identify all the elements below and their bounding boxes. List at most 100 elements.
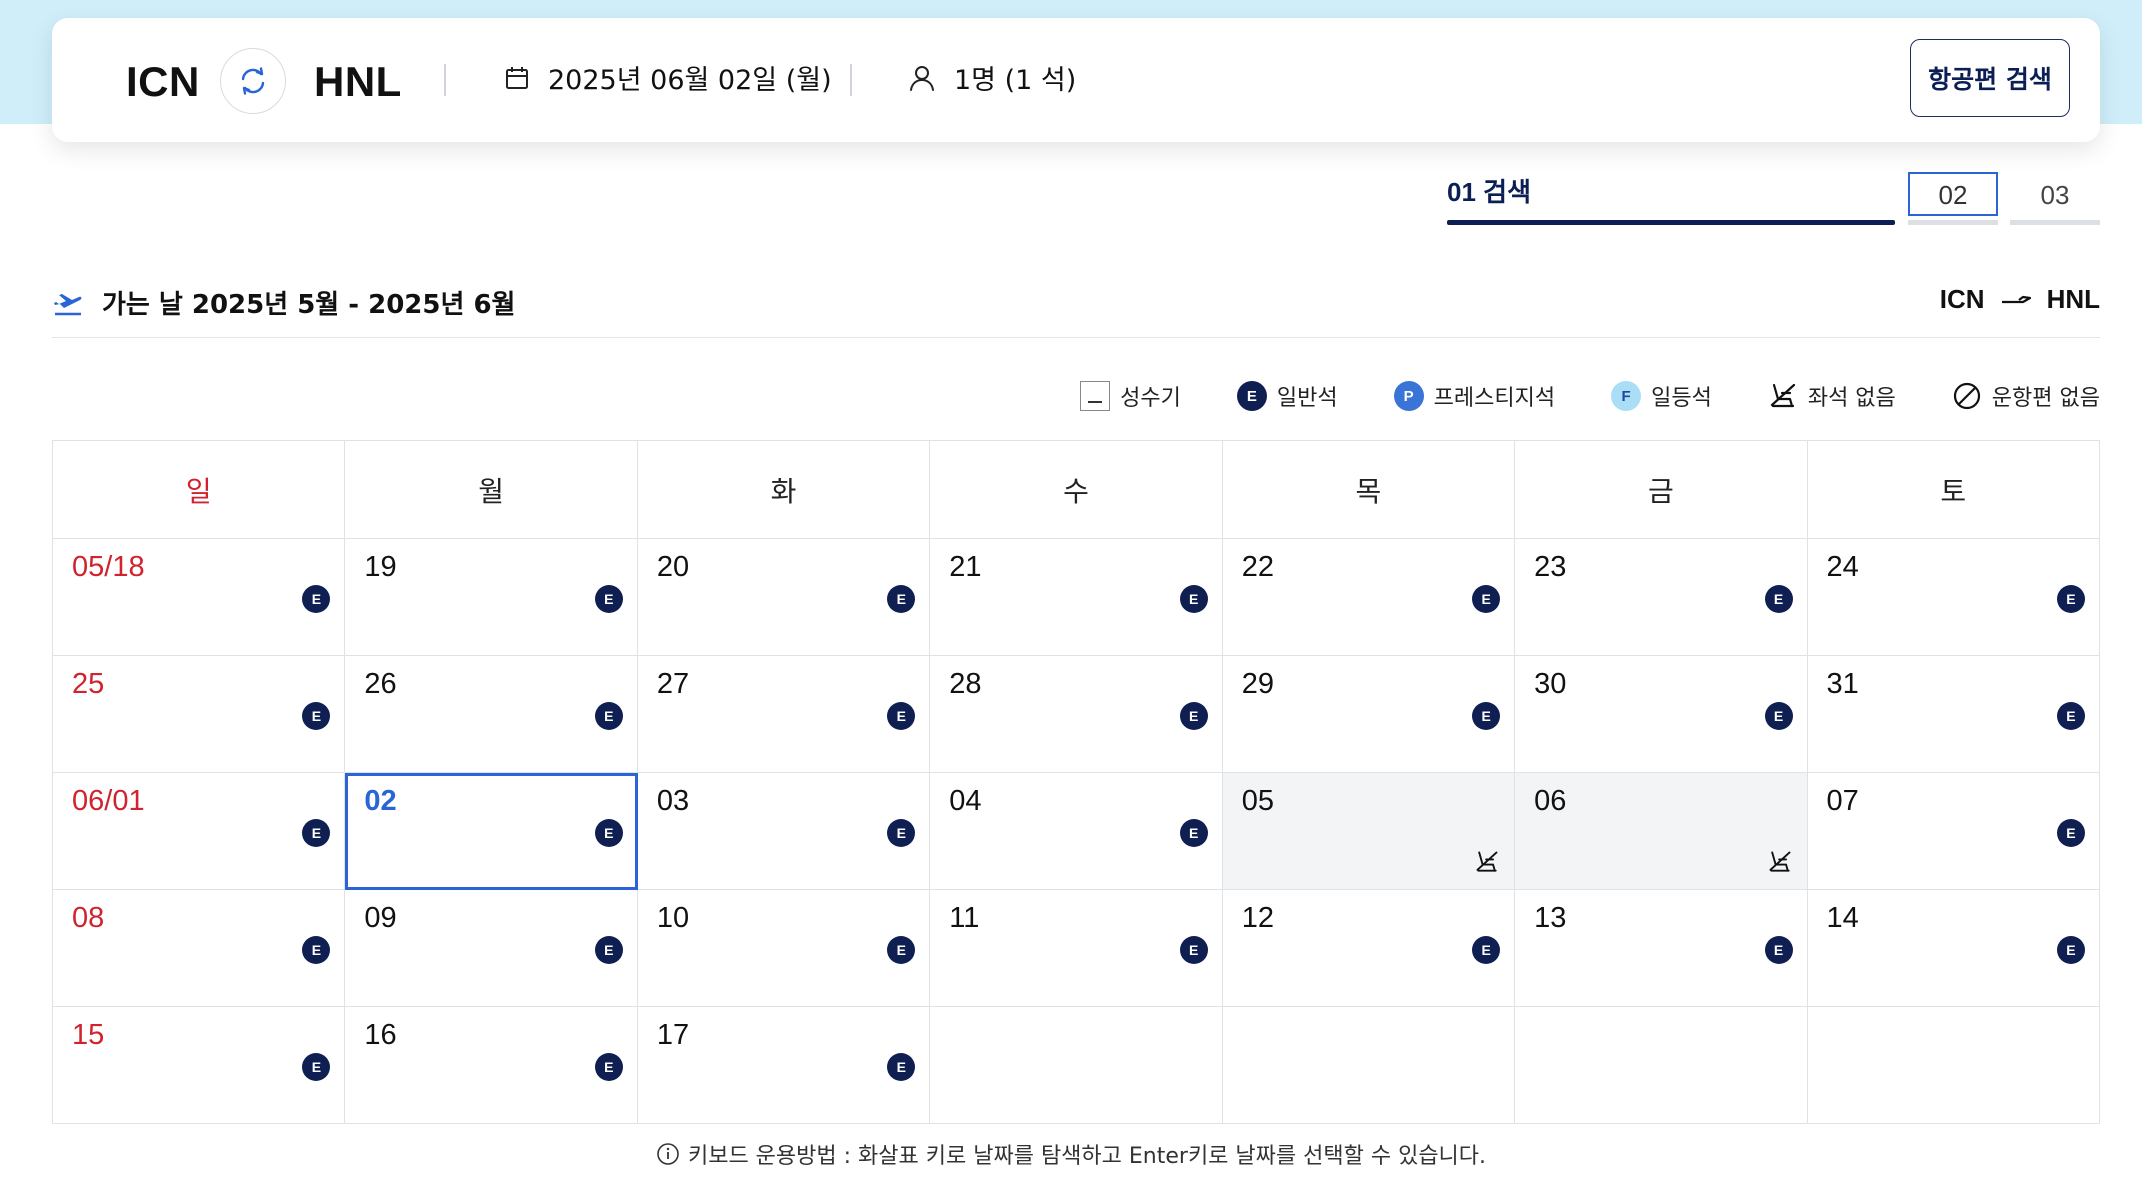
legend-no-seat-label: 좌석 없음: [1807, 386, 1896, 411]
calendar-empty-cell: [1515, 1007, 1808, 1124]
calendar-day-number: 26: [364, 668, 397, 700]
flight-search-button[interactable]: 항공편 검색: [1910, 39, 2070, 117]
legend-prestige: P 프레스티지석: [1393, 380, 1556, 412]
calendar-empty-cell: [930, 1007, 1223, 1124]
economy-badge-icon: E: [594, 1053, 623, 1081]
no-flight-icon: [1953, 382, 1980, 410]
calendar-day-cell[interactable]: 19 E: [345, 539, 638, 656]
economy-badge-icon: E: [1236, 381, 1267, 411]
flight-search-bar: ICN HNL 2025년 06월 02일 (월) 1명 (1 석) 항공편 검…: [52, 18, 2100, 142]
destination-airport[interactable]: HNL: [314, 58, 402, 106]
economy-badge-icon: E: [887, 936, 916, 964]
step-3-progress-bar: [2010, 220, 2100, 225]
calendar-day-cell[interactable]: 08 E: [53, 890, 346, 1007]
calendar-day-cell[interactable]: 03 E: [637, 773, 931, 890]
economy-badge-icon: E: [1764, 936, 1793, 964]
calendar-day-cell[interactable]: 28 E: [930, 656, 1223, 773]
step-2[interactable]: 02: [1908, 172, 1998, 225]
calendar-day-number: 30: [1534, 668, 1567, 700]
calendar-day-number: 25: [72, 668, 105, 700]
calendar-day-number: 24: [1826, 551, 1859, 583]
economy-badge-icon: E: [302, 819, 331, 847]
weekday-thu: 목: [1222, 441, 1516, 539]
calendar-day-cell[interactable]: 05: [1222, 773, 1516, 890]
calendar-day-cell[interactable]: 30 E: [1515, 656, 1808, 773]
calendar-day-cell[interactable]: 25 E: [53, 656, 346, 773]
calendar-day-number: 02: [364, 785, 397, 817]
departure-date-field[interactable]: 2025년 06월 02일 (월): [504, 58, 832, 97]
economy-badge-icon: E: [1472, 585, 1501, 613]
legend-economy: E 일반석: [1236, 380, 1338, 412]
economy-badge-icon: E: [2056, 936, 2085, 964]
calendar-day-cell[interactable]: 14 E: [1807, 890, 2100, 1007]
economy-badge-icon: E: [594, 702, 623, 730]
legend-prestige-label: 프레스티지석: [1433, 386, 1556, 411]
departure-title-text: 가는 날 2025년 5월 - 2025년 6월: [102, 290, 516, 320]
step-3[interactable]: 03: [2010, 172, 2100, 225]
keyboard-instructions: 키보드 운용방법 : 화살표 키로 날짜를 탐색하고 Enter키로 날짜를 선…: [0, 1138, 2142, 1170]
calendar-day-cell[interactable]: 13 E: [1515, 890, 1808, 1007]
calendar-empty-cell: [1222, 1007, 1516, 1124]
economy-badge-icon: E: [887, 585, 916, 613]
economy-badge-icon: E: [1472, 702, 1501, 730]
calendar-empty-cell: [1807, 1007, 2100, 1124]
calendar-day-cell[interactable]: 16 E: [345, 1007, 638, 1124]
calendar-icon: [506, 66, 528, 89]
calendar-week: 06/01 E 02 E 03 E 04 E 05 06 07 E: [53, 773, 2100, 890]
calendar-day-number: 12: [1241, 902, 1274, 934]
economy-badge-icon: E: [302, 702, 331, 730]
plane-takeoff-icon: [54, 293, 82, 315]
calendar-day-number: 15: [72, 1019, 105, 1051]
calendar-week: 15 E 16 E 17 E: [53, 1007, 2100, 1124]
calendar-day-number: 20: [656, 551, 690, 583]
calendar-day-cell[interactable]: 06: [1515, 773, 1808, 890]
economy-badge-icon: E: [2056, 702, 2085, 730]
peak-season-icon: [1080, 381, 1111, 411]
calendar-day-number: 03: [656, 785, 690, 817]
calendar-day-cell[interactable]: 12 E: [1222, 890, 1516, 1007]
calendar-day-cell[interactable]: 11 E: [930, 890, 1223, 1007]
no-seat-icon: [1474, 849, 1500, 879]
origin-airport[interactable]: ICN: [126, 58, 200, 106]
calendar-day-cell[interactable]: 09 E: [345, 890, 638, 1007]
calendar-day-cell[interactable]: 24 E: [1807, 539, 2100, 656]
calendar-day-cell[interactable]: 15 E: [53, 1007, 346, 1124]
calendar-day-number: 08: [72, 902, 105, 934]
calendar-day-cell[interactable]: 22 E: [1222, 539, 1516, 656]
calendar-day-cell[interactable]: 10 E: [637, 890, 931, 1007]
economy-badge-icon: E: [1764, 702, 1793, 730]
legend-first: F 일등석: [1611, 380, 1712, 412]
calendar-day-number: 31: [1826, 668, 1859, 700]
calendar-day-cell[interactable]: 26 E: [345, 656, 638, 773]
calendar-day-number: 09: [364, 902, 397, 934]
calendar-day-cell[interactable]: 29 E: [1222, 656, 1516, 773]
economy-badge-icon: E: [887, 702, 916, 730]
calendar-day-cell[interactable]: 07 E: [1807, 773, 2100, 890]
calendar-day-cell[interactable]: 27 E: [637, 656, 931, 773]
calendar-day-cell[interactable]: 04 E: [930, 773, 1223, 890]
calendar-day-number: 10: [656, 902, 690, 934]
calendar-day-number: 19: [364, 551, 397, 583]
calendar-day-cell[interactable]: 02 E: [345, 773, 638, 890]
calendar-day-number: 05: [1241, 785, 1274, 817]
calendar-day-cell[interactable]: 23 E: [1515, 539, 1808, 656]
weekday-tue: 화: [637, 441, 931, 539]
calendar-day-number: 13: [1534, 902, 1567, 934]
economy-badge-icon: E: [1179, 819, 1208, 847]
legend-no-flight-label: 운항편 없음: [1991, 386, 2100, 411]
calendar-day-cell[interactable]: 20 E: [637, 539, 931, 656]
calendar-day-cell[interactable]: 17 E: [637, 1007, 931, 1124]
swap-airports-button[interactable]: [220, 48, 286, 114]
passenger-field[interactable]: 1명 (1 석): [908, 58, 1076, 97]
info-icon: [657, 1143, 679, 1165]
calendar-day-cell[interactable]: 05/18 E: [53, 539, 346, 656]
calendar-day-cell[interactable]: 31 E: [1807, 656, 2100, 773]
calendar-day-cell[interactable]: 21 E: [930, 539, 1223, 656]
calendar-day-number: 07: [1826, 785, 1859, 817]
calendar-day-number: 06: [1534, 785, 1567, 817]
route-summary: ICN HNL: [1940, 284, 2100, 315]
calendar-day-cell[interactable]: 06/01 E: [53, 773, 346, 890]
legend-first-label: 일등석: [1651, 386, 1712, 411]
departure-date-value: 2025년 06월 02일 (월): [548, 65, 832, 96]
economy-badge-icon: E: [2056, 819, 2085, 847]
